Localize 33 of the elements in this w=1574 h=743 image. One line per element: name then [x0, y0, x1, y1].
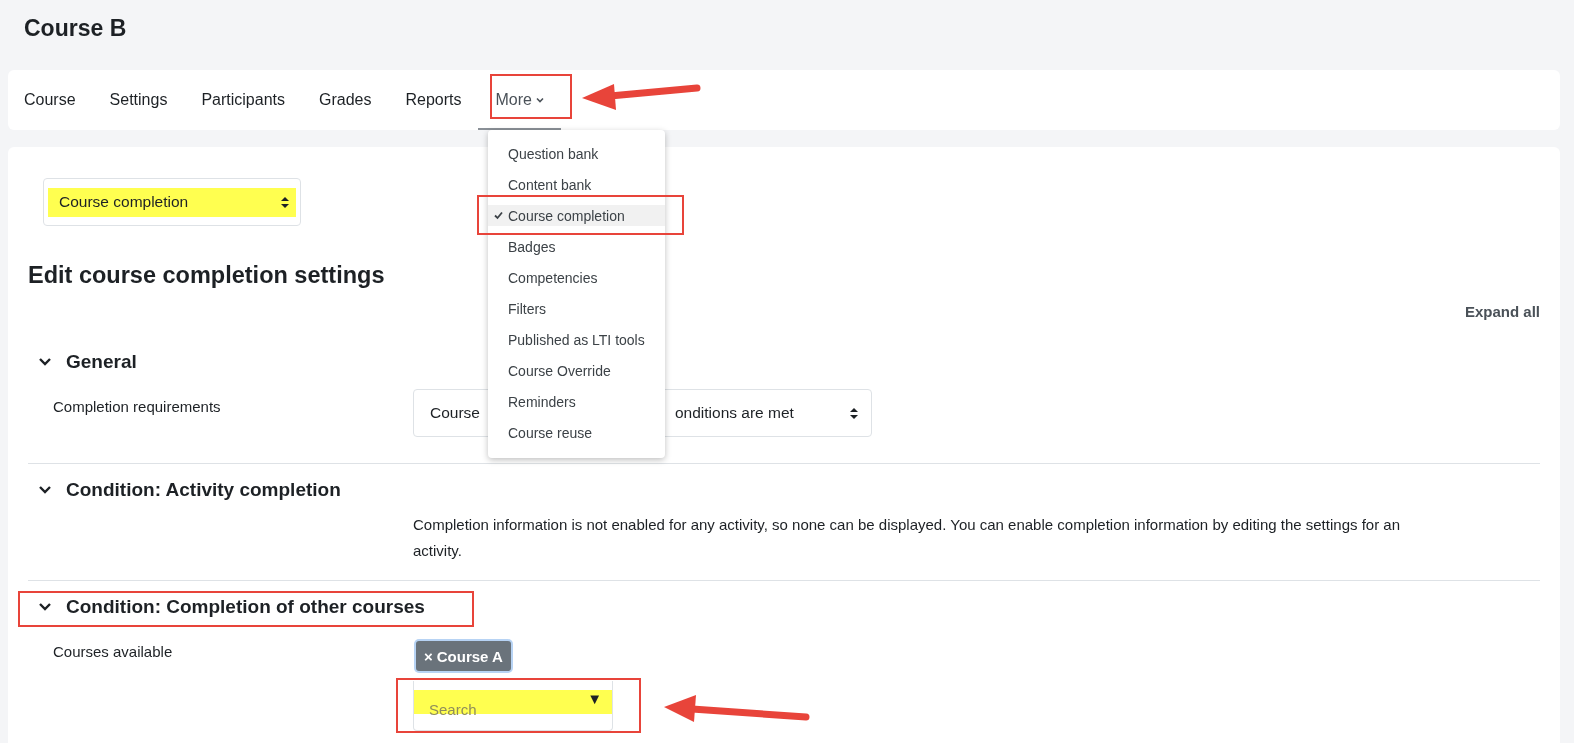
- remove-icon[interactable]: ×: [424, 647, 433, 665]
- caret-icon: [535, 97, 544, 103]
- menu-item[interactable]: Reminders: [488, 391, 665, 412]
- course-title: Course B: [24, 14, 127, 42]
- menu-item[interactable]: Course Override: [488, 360, 665, 381]
- menu-item[interactable]: Competencies: [488, 267, 665, 288]
- menu-item[interactable]: Badges: [488, 236, 665, 257]
- menu-item[interactable]: Question bank: [488, 143, 665, 164]
- section-heading[interactable]: Condition: Activity completion: [66, 478, 341, 502]
- sort-arrows-icon: [280, 195, 290, 209]
- menu-item[interactable]: Published as LTI tools: [488, 329, 665, 350]
- nav-tab[interactable]: Grades: [302, 70, 389, 130]
- course-tag[interactable]: × Course A: [416, 641, 511, 671]
- dropdown-toggle-icon[interactable]: ▼: [587, 690, 602, 707]
- nav-tab[interactable]: Course: [7, 70, 93, 130]
- menu-item[interactable]: Course completion: [488, 205, 665, 226]
- check-icon: [494, 211, 503, 220]
- menu-item[interactable]: Filters: [488, 298, 665, 319]
- expand-all-link[interactable]: Expand all: [1464, 302, 1540, 322]
- nav-tab[interactable]: Participants: [184, 70, 302, 130]
- section-heading[interactable]: Condition: Completion of other courses: [66, 595, 425, 619]
- menu-item[interactable]: Course reuse: [488, 422, 665, 443]
- nav-tab[interactable]: Reports: [388, 70, 479, 130]
- sort-arrows-icon: [849, 406, 859, 420]
- page-select[interactable]: Course completion: [43, 178, 301, 226]
- menu-item[interactable]: Content bank: [488, 174, 665, 195]
- nav-tab[interactable]: Settings: [92, 70, 185, 130]
- page-heading: Edit course completion settings: [28, 261, 385, 289]
- search-field[interactable]: Search ▼: [413, 681, 613, 731]
- section-heading[interactable]: General: [66, 350, 137, 374]
- field-label: Courses available: [52, 642, 173, 662]
- info-text: Completion information is not enabled for any activity, so none can be displayed. You can enable completion information by editing the settings for an activity.: [413, 515, 1401, 561]
- field-label: Completion requirements: [52, 397, 221, 417]
